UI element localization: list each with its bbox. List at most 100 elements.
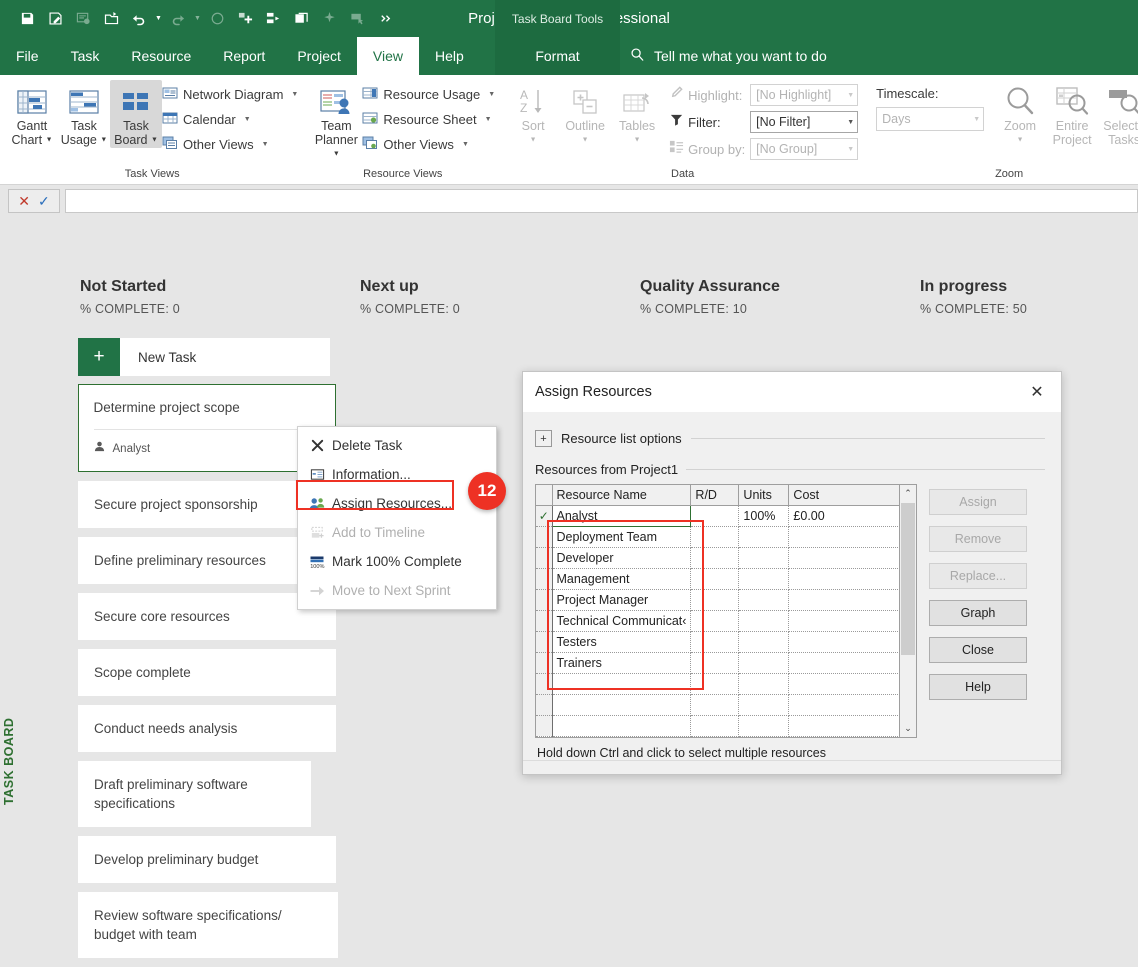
other-views-task-button[interactable]: Other Views ▼ [162,133,298,155]
row-check[interactable] [536,547,553,569]
open-folder-icon[interactable] [98,7,124,31]
cell-rd[interactable] [690,526,740,548]
save-icon[interactable] [14,7,40,31]
row-check[interactable] [536,673,553,695]
chevron-down-icon[interactable]: ▼ [262,141,269,148]
resource-usage-button[interactable]: Resource Usage ▼ [362,83,495,105]
tab-format[interactable]: Format [519,37,595,75]
row-check[interactable] [536,715,553,737]
cell-resource-name[interactable] [552,673,692,695]
tab-project[interactable]: Project [281,37,357,75]
table-row[interactable]: Trainers [536,652,916,674]
chevron-down-icon[interactable]: ▼ [291,91,298,98]
undo-icon[interactable] [126,7,152,31]
cell-units[interactable] [738,568,790,590]
cell-resource-name[interactable]: Technical Communicat‹ [552,610,692,632]
cell-rd[interactable] [690,547,740,569]
chevron-down-icon[interactable]: ▼ [100,137,107,144]
chevron-down-icon[interactable]: ▼ [973,116,980,123]
team-planner-button[interactable]: Team Planner ▼ [310,80,362,162]
row-check[interactable]: ✓ [536,505,553,527]
table-row[interactable]: ✓ Analyst 100% £0.00 [536,504,916,527]
chevron-down-icon[interactable]: ▼ [847,146,854,153]
expand-icon[interactable]: + [535,430,552,447]
resource-list-options-row[interactable]: + Resource list options [535,430,1045,447]
cell-cost[interactable] [788,547,916,569]
new-window-icon[interactable] [288,7,314,31]
network-diagram-button[interactable]: Network Diagram ▼ [162,83,298,105]
tab-file[interactable]: File [0,37,55,75]
cell-rd[interactable] [690,715,740,737]
table-row[interactable]: Deployment Team [536,526,916,548]
tell-me-search[interactable]: Tell me what you want to do [630,37,827,75]
cell-resource-name[interactable]: Analyst [551,504,692,527]
chevron-down-icon[interactable]: ▼ [634,137,641,144]
tab-help[interactable]: Help [419,37,480,75]
entry-field[interactable] [65,189,1138,213]
scroll-up-icon[interactable]: ⌃ [900,485,916,502]
cell-cost[interactable] [788,610,916,632]
tab-resource[interactable]: Resource [115,37,207,75]
cell-rd[interactable] [690,631,740,653]
chevron-down-icon[interactable]: ▼ [582,137,589,144]
table-row[interactable]: Technical Communicat‹ [536,610,916,632]
chevron-down-icon[interactable]: ▼ [333,151,340,158]
cell-rd[interactable] [690,568,740,590]
resource-sheet-button[interactable]: Resource Sheet ▼ [362,108,495,130]
gantt-chart-button[interactable]: Gantt Chart ▼ [6,80,58,148]
tab-view[interactable]: View [356,37,419,75]
cell-cost[interactable] [788,652,916,674]
table-row[interactable]: Management [536,568,916,590]
add-task-icon[interactable] [232,7,258,31]
zoom-button[interactable]: Zoom ▼ [994,80,1046,148]
undo-dropdown-caret[interactable]: ▼ [154,7,163,31]
cell-rd[interactable] [690,589,740,611]
chevron-down-icon[interactable]: ▼ [244,116,251,123]
cell-units[interactable] [738,547,790,569]
close-icon[interactable]: ✕ [1019,377,1055,407]
chevron-down-icon[interactable]: ▼ [462,141,469,148]
cancel-entry-icon[interactable]: ✕ [18,193,30,210]
cell-cost[interactable] [788,631,916,653]
cell-units[interactable] [738,673,790,695]
cell-rd[interactable] [690,694,740,716]
scroll-down-icon[interactable]: ⌄ [900,720,916,737]
cell-rd[interactable] [690,505,740,527]
cell-resource-name[interactable] [552,694,692,716]
cell-units[interactable] [738,715,790,737]
replace-button[interactable]: Replace... [929,563,1027,589]
save-as-icon[interactable] [42,7,68,31]
cell-cost[interactable]: £0.00 [788,505,916,527]
cell-rd[interactable] [690,673,740,695]
highlight-dropdown[interactable]: [No Highlight] ▼ [750,84,859,106]
outline-button[interactable]: Outline ▼ [559,80,611,148]
table-row[interactable] [536,715,916,737]
calendar-button[interactable]: Calendar ▼ [162,108,298,130]
cell-resource-name[interactable]: Deployment Team [552,526,692,548]
table-row[interactable]: Developer [536,547,916,569]
cell-rd[interactable] [690,652,740,674]
chevron-down-icon[interactable]: ▼ [485,116,492,123]
tab-task[interactable]: Task [55,37,116,75]
cell-resource-name[interactable]: Trainers [552,652,692,674]
filter-dropdown[interactable]: [No Filter] ▼ [750,111,859,133]
help-button[interactable]: Help [929,674,1027,700]
cell-cost[interactable] [788,715,916,737]
chevron-down-icon[interactable]: ▼ [488,91,495,98]
chevron-down-icon[interactable]: ▼ [151,137,158,144]
cell-units[interactable] [738,694,790,716]
entire-project-button[interactable]: Entire Project [1046,80,1098,147]
tables-button[interactable]: Tables ▼ [611,80,663,148]
chevron-down-icon[interactable]: ▼ [847,92,854,99]
cell-units[interactable] [738,610,790,632]
cell-resource-name[interactable]: Testers [552,631,692,653]
cell-cost[interactable] [788,526,916,548]
remove-button[interactable]: Remove [929,526,1027,552]
cell-units[interactable]: 100% [738,505,790,527]
cell-cost[interactable] [788,589,916,611]
more-icon[interactable] [372,7,398,31]
row-check[interactable] [536,589,553,611]
table-row[interactable] [536,694,916,716]
cell-rd[interactable] [690,610,740,632]
cell-units[interactable] [738,526,790,548]
